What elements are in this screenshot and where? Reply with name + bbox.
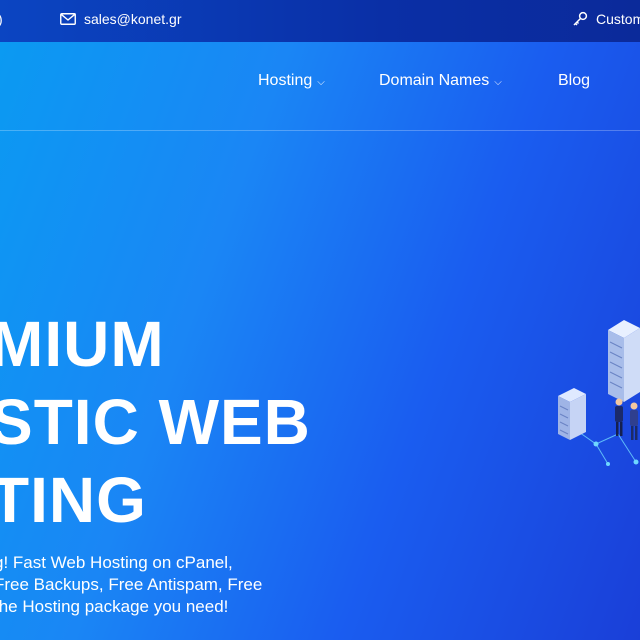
hero-title-line: TING (0, 464, 147, 536)
main-navigation: Hosting ⌵ Domain Names ⌵ Blog (0, 72, 640, 96)
hero-title: MIUM STIC WEB TING (0, 305, 311, 539)
hero-text-line: Free Backups, Free Antispam, Free (0, 575, 263, 594)
email-link[interactable]: sales@konet.gr (60, 11, 181, 27)
phone-number-fragment[interactable]: ) (0, 11, 3, 27)
header-divider (0, 130, 640, 131)
top-bar: ) sales@konet.gr Custom (0, 0, 640, 42)
envelope-icon (60, 13, 76, 25)
chevron-down-icon: ⌵ (494, 76, 502, 88)
email-text: sales@konet.gr (84, 11, 182, 27)
hero-title-line: STIC WEB (0, 386, 311, 458)
nav-blog-label: Blog (558, 72, 591, 89)
chevron-down-icon: ⌵ (317, 76, 325, 88)
customer-area-link[interactable]: Custom (572, 11, 640, 27)
nav-domain-names[interactable]: Domain Names ⌵ (379, 72, 502, 90)
hero-title-line: MIUM (0, 308, 165, 380)
nav-blog[interactable]: Blog (558, 72, 590, 90)
hero-text-line: the Hosting package you need! (0, 597, 229, 616)
nav-hosting[interactable]: Hosting ⌵ (258, 72, 325, 90)
nav-hosting-label: Hosting (258, 72, 313, 89)
hero-text-line: g! Fast Web Hosting on cPanel, (0, 553, 233, 572)
nav-domain-names-label: Domain Names (379, 72, 490, 89)
server-rack-illustration (548, 312, 640, 482)
hero-description: g! Fast Web Hosting on cPanel, Free Back… (0, 552, 262, 618)
key-icon (572, 11, 588, 27)
customer-area-label: Custom (596, 11, 640, 27)
